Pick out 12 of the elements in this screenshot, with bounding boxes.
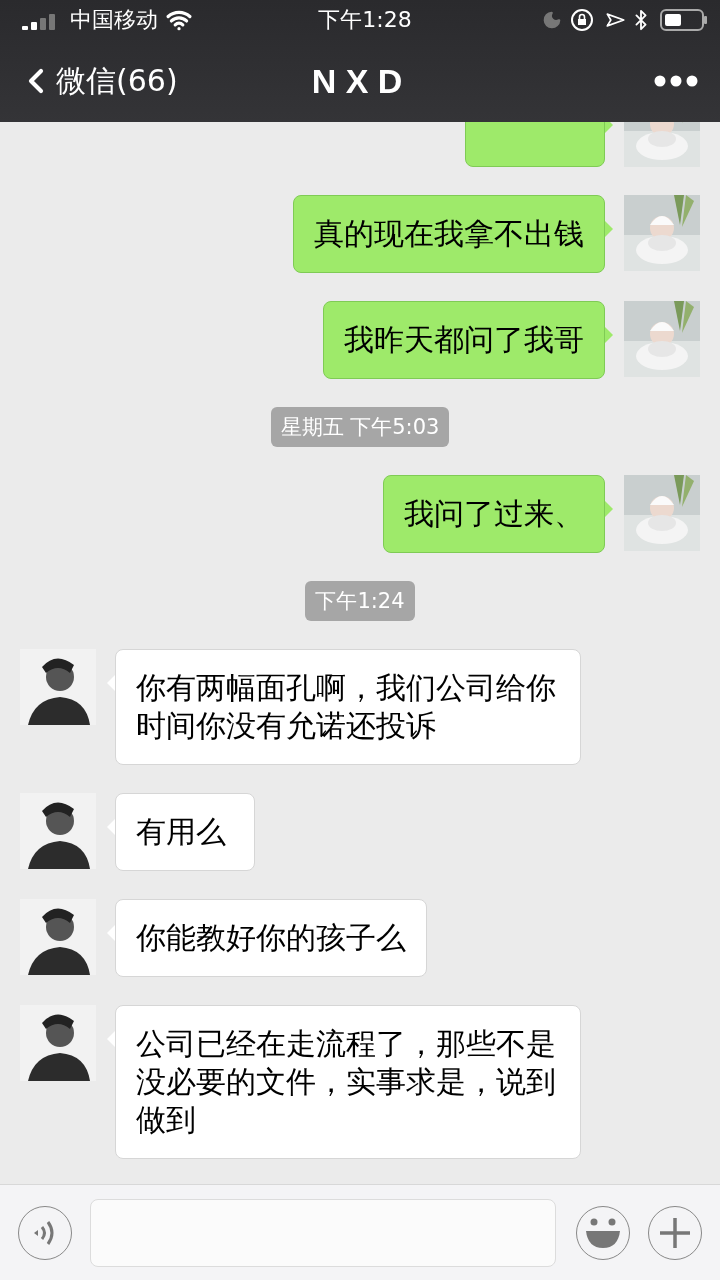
time-label: 星期五 下午5:03 [270, 407, 450, 447]
plus-icon[interactable] [658, 1215, 692, 1250]
carrier-name: 中国移动 [70, 6, 158, 34]
more-icon[interactable] [654, 75, 698, 87]
battery-icon [660, 8, 708, 32]
back-link[interactable]: 微信(66) [16, 60, 178, 102]
rotation-lock-icon [570, 8, 594, 32]
status-time: 下午1:28 [318, 6, 412, 34]
message-input[interactable] [90, 1198, 556, 1267]
moon-icon [542, 10, 562, 30]
chat-title: N X D [311, 61, 403, 101]
time-label: 下午1:24 [305, 581, 415, 621]
